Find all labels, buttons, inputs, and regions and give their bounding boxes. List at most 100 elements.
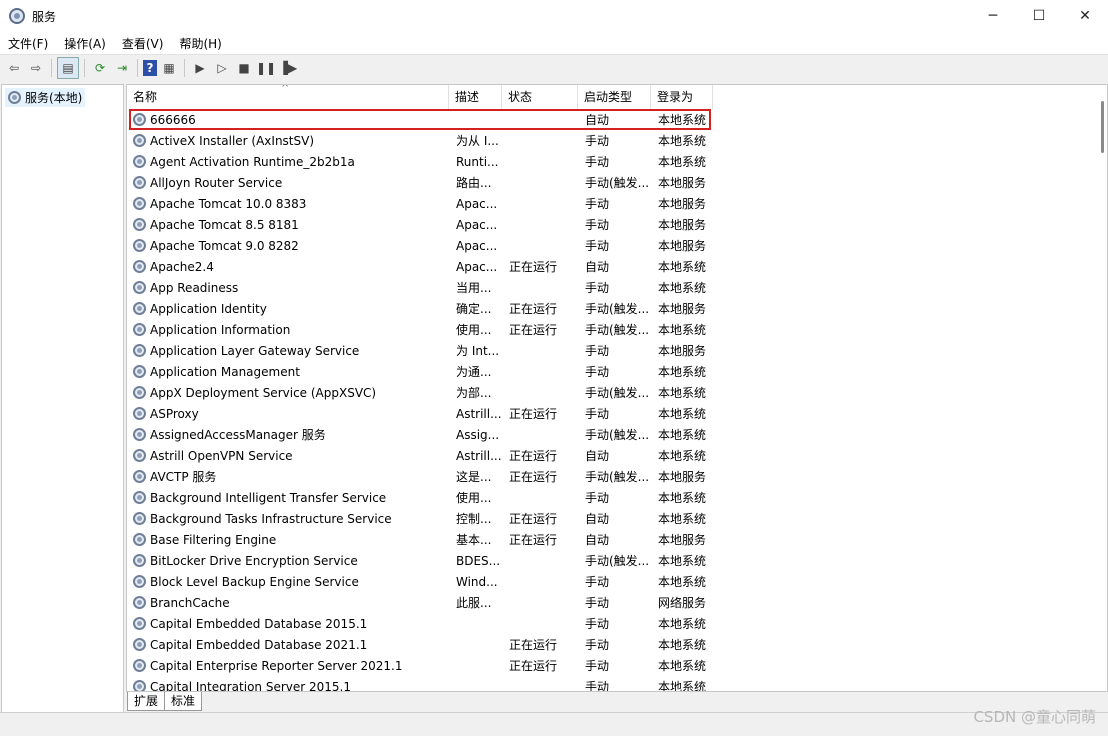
column-log-on-as[interactable]: 登录为 (651, 85, 713, 109)
table-row[interactable]: BitLocker Drive Encryption Service BDES..… (127, 550, 1107, 571)
service-log-on-as: 本地系统 (658, 575, 707, 589)
menu-action[interactable]: 操作(A) (56, 35, 114, 52)
table-row[interactable]: Capital Embedded Database 2015.1 手动 本地系统 (127, 613, 1107, 634)
service-gear-icon (133, 575, 146, 588)
service-startup-type: 手动 (585, 239, 610, 253)
table-row[interactable]: Application Management 为通... 手动 本地系统 (127, 361, 1107, 382)
service-log-on-as: 本地系统 (658, 134, 707, 148)
table-row[interactable]: BranchCache 此服... 手动 网络服务 (127, 592, 1107, 613)
service-name-cell: Capital Embedded Database 2021.1 (127, 638, 449, 652)
table-row[interactable]: Apache Tomcat 10.0 8383 Apac... 手动 本地服务 (127, 193, 1107, 214)
service-description: 为部... (456, 386, 492, 400)
table-row[interactable]: Application Identity 确定... 正在运行 手动(触发... 本地服… (127, 298, 1107, 319)
help-icon[interactable]: ? (143, 60, 157, 76)
column-description[interactable]: 描述 (449, 85, 502, 109)
menu-file[interactable]: 文件(F) (0, 35, 56, 52)
table-row[interactable]: AVCTP 服务 这是... 正在运行 手动(触发... 本地服务 (127, 466, 1107, 487)
table-row[interactable]: Capital Embedded Database 2021.1 正在运行 手动 本地… (127, 634, 1107, 655)
show-console-tree-icon[interactable]: ▤ (57, 57, 79, 79)
vertical-scrollbar[interactable] (1095, 85, 1107, 691)
service-log-on-as: 本地系统 (658, 155, 707, 169)
service-startup-type: 手动(触发... (585, 386, 650, 400)
table-row[interactable]: Application Information 使用... 正在运行 手动(触发...… (127, 319, 1107, 340)
service-log-on-as: 本地服务 (658, 197, 707, 211)
service-description: Apac... (456, 238, 498, 253)
service-description: Apac... (456, 217, 498, 232)
column-startup-type[interactable]: 启动类型 (578, 85, 651, 109)
service-startup-type: 手动 (585, 491, 610, 505)
table-row[interactable]: Background Intelligent Transfer Service 使… (127, 487, 1107, 508)
service-description: 为 Int... (456, 344, 500, 358)
service-log-on-as: 网络服务 (658, 596, 707, 610)
service-startup-type: 手动 (585, 407, 610, 421)
service-startup-type: 手动 (585, 659, 610, 673)
menu-help[interactable]: 帮助(H) (171, 35, 229, 52)
table-row[interactable]: Apache Tomcat 9.0 8282 Apac... 手动 本地服务 (127, 235, 1107, 256)
pause-service-icon[interactable]: ❚❚ (256, 58, 276, 78)
export-list-icon[interactable]: ⇥ (112, 58, 132, 78)
service-startup-type: 自动 (585, 449, 610, 463)
tree-item-services-local[interactable]: 服务(本地) (5, 88, 86, 107)
back-arrow-icon[interactable]: ⇦ (4, 58, 24, 78)
service-name-cell: Astrill OpenVPN Service (127, 449, 449, 463)
service-name: Apache2.4 (150, 259, 214, 274)
service-startup-type: 手动 (585, 365, 610, 379)
service-name: Application Information (150, 322, 291, 337)
service-name-cell: Background Intelligent Transfer Service (127, 491, 449, 505)
service-name: ASProxy (150, 406, 199, 421)
service-log-on-as: 本地系统 (658, 323, 707, 337)
service-name: 666666 (150, 112, 196, 127)
service-name-cell: BitLocker Drive Encryption Service (127, 554, 449, 568)
refresh-icon[interactable]: ⟳ (90, 58, 110, 78)
service-name: Apache Tomcat 9.0 8282 (150, 238, 299, 253)
tab-extended[interactable]: 扩展 (127, 691, 166, 711)
service-log-on-as: 本地服务 (658, 344, 707, 358)
table-row[interactable]: Agent Activation Runtime_2b2b1a Runti... 手… (127, 151, 1107, 172)
minimize-button[interactable]: ─ (970, 0, 1016, 32)
table-row[interactable]: Capital Enterprise Reporter Server 2021.… (127, 655, 1107, 676)
table-row[interactable]: Application Layer Gateway Service 为 Int..… (127, 340, 1107, 361)
service-gear-icon (133, 260, 146, 273)
service-startup-type: 手动(触发... (585, 176, 650, 190)
start-service-alt-icon[interactable]: ▷ (212, 58, 232, 78)
table-row[interactable]: Astrill OpenVPN Service Astrill... 正在运行 自动 本… (127, 445, 1107, 466)
table-row[interactable]: AssignedAccessManager 服务 Assig... 手动(触发...… (127, 424, 1107, 445)
service-name: Block Level Backup Engine Service (150, 574, 359, 589)
scrollbar-thumb[interactable] (1101, 101, 1104, 153)
console-tree: 服务(本地) (1, 84, 124, 714)
service-name-cell: App Readiness (127, 281, 449, 295)
restart-service-icon[interactable]: ▐▶ (278, 58, 298, 78)
table-row[interactable]: 666666 自动 本地系统 (127, 109, 1107, 130)
table-row[interactable]: Base Filtering Engine 基本... 正在运行 自动 本地服务 (127, 529, 1107, 550)
service-log-on-as: 本地系统 (658, 386, 707, 400)
start-service-icon[interactable]: ▶ (190, 58, 210, 78)
service-description: Apac... (456, 259, 498, 274)
sort-ascending-icon: ^ (281, 84, 290, 94)
stop-service-icon[interactable]: ■ (234, 58, 254, 78)
maximize-button[interactable]: ☐ (1016, 0, 1062, 32)
table-row[interactable]: Apache Tomcat 8.5 8181 Apac... 手动 本地服务 (127, 214, 1107, 235)
table-row[interactable]: ActiveX Installer (AxInstSV) 为从 I... 手动 本地系… (127, 130, 1107, 151)
forward-arrow-icon[interactable]: ⇨ (26, 58, 46, 78)
table-row[interactable]: Capital Integration Server 2015.1 手动 本地系统 (127, 676, 1107, 691)
service-startup-type: 手动 (585, 575, 610, 589)
service-name-cell: AllJoyn Router Service (127, 176, 449, 190)
column-status[interactable]: 状态 (502, 85, 578, 109)
table-row[interactable]: App Readiness 当用... 手动 本地系统 (127, 277, 1107, 298)
tab-standard[interactable]: 标准 (164, 691, 203, 711)
table-row[interactable]: AllJoyn Router Service 路由... 手动(触发... 本地服务 (127, 172, 1107, 193)
table-row[interactable]: ASProxy Astrill... 正在运行 手动 本地系统 (127, 403, 1107, 424)
column-name[interactable]: 名称 ^ (127, 85, 449, 109)
close-button[interactable]: ✕ (1062, 0, 1108, 32)
table-row[interactable]: Block Level Backup Engine Service Wind...… (127, 571, 1107, 592)
service-name: Capital Embedded Database 2021.1 (150, 637, 368, 652)
table-row[interactable]: AppX Deployment Service (AppXSVC) 为部... 手动… (127, 382, 1107, 403)
table-row[interactable]: Apache2.4 Apac... 正在运行 自动 本地系统 (127, 256, 1107, 277)
view-tabs: 扩展 标准 (127, 691, 203, 711)
service-startup-type: 自动 (585, 533, 610, 547)
table-row[interactable]: Background Tasks Infrastructure Service 控… (127, 508, 1107, 529)
properties-icon[interactable]: ▦ (159, 58, 179, 78)
service-gear-icon (133, 449, 146, 462)
service-log-on-as: 本地服务 (658, 470, 707, 484)
menu-view[interactable]: 查看(V) (114, 35, 172, 52)
